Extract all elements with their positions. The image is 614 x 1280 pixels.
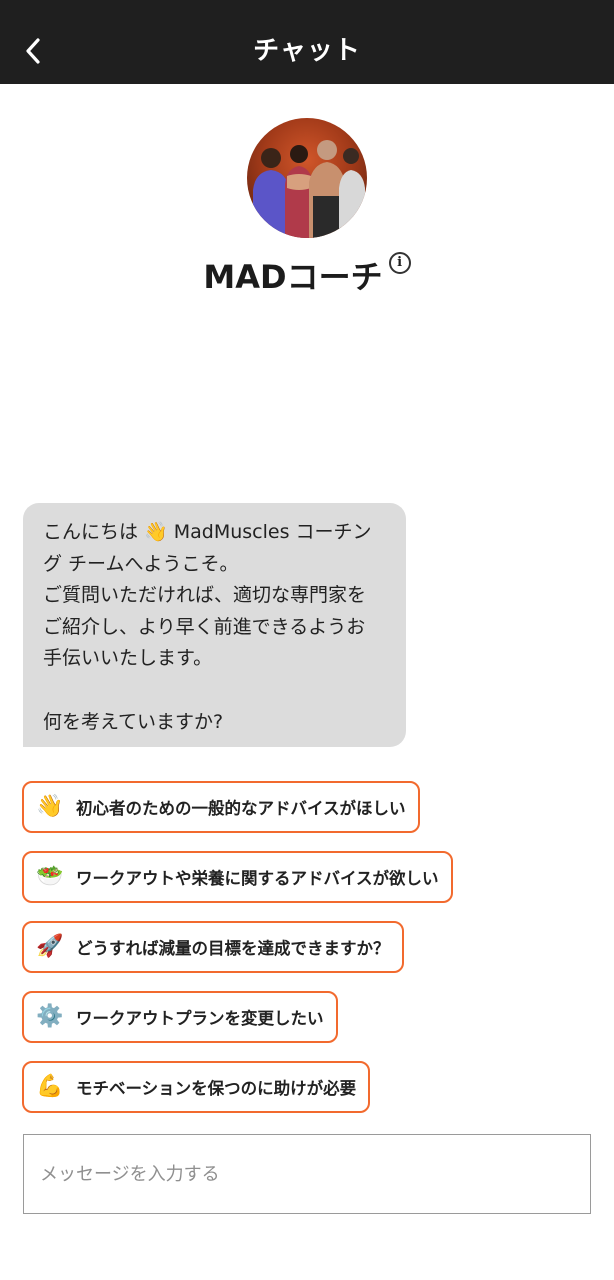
suggestion-chip[interactable]: ⚙️ ワークアウトプランを変更したい: [22, 991, 338, 1043]
suggestion-label: 初心者のための一般的なアドバイスがほしい: [76, 799, 406, 818]
gear-icon: ⚙️: [36, 1004, 64, 1029]
message-line: 何を考えていますか?: [43, 710, 224, 733]
top-bar: チャット: [0, 0, 614, 84]
message-line: ご質問いただければ、適切な専門家を: [43, 584, 367, 607]
suggestion-label: モチベーションを保つのに助けが必要: [76, 1079, 357, 1098]
suggestion-label: ワークアウトや栄養に関するアドバイスが欲しい: [76, 869, 439, 888]
message-input[interactable]: [24, 1135, 590, 1213]
coach-name-row: MADコーチ i: [0, 252, 614, 298]
page-title: チャット: [253, 36, 361, 66]
coach-avatar: [247, 118, 367, 238]
rocket-icon: 🚀: [36, 934, 64, 959]
waving-hand-icon: 👋: [36, 794, 64, 819]
coach-figure-1: [253, 148, 289, 238]
suggestion-chip[interactable]: 🚀 どうすれば減量の目標を達成できますか？: [22, 921, 404, 973]
suggestion-chip[interactable]: 👋 初心者のための一般的なアドバイスがほしい: [22, 781, 420, 833]
salad-icon: 🥗: [36, 864, 64, 889]
suggestion-label: ワークアウトプランを変更したい: [76, 1009, 324, 1028]
suggestion-label: どうすれば減量の目標を達成できますか？: [76, 939, 390, 958]
coach-figure-4: [339, 148, 365, 238]
suggestion-chip[interactable]: 🥗 ワークアウトや栄養に関するアドバイスが欲しい: [22, 851, 453, 903]
coach-figure-2: [285, 145, 313, 238]
coach-name: MADコーチ: [203, 258, 383, 296]
message-line: グ チームへようこそ。: [43, 552, 239, 575]
message-line: こんにちは 👋 MadMuscles コーチン: [43, 521, 372, 543]
flexed-biceps-icon: 💪: [36, 1074, 64, 1099]
message-input-box[interactable]: [23, 1134, 591, 1214]
info-icon[interactable]: i: [388, 252, 411, 274]
coach-message-bubble: こんにちは 👋 MadMuscles コーチン グ チームへようこそ。 ご質問い…: [23, 503, 406, 747]
message-line: ご紹介し、より早く前進できるようお: [43, 615, 366, 638]
suggestion-chip[interactable]: 💪 モチベーションを保つのに助けが必要: [22, 1061, 371, 1113]
message-line: 手伝いいたします。: [43, 647, 213, 670]
